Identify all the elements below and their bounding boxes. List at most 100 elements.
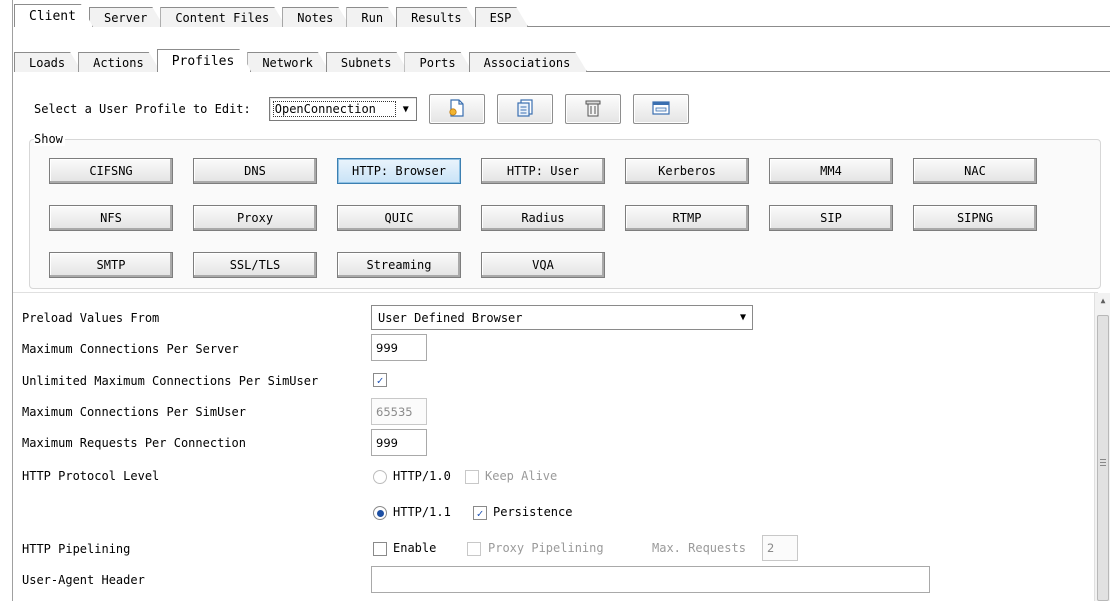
- tab-notes[interactable]: Notes: [282, 7, 350, 27]
- show-mm4-button[interactable]: MM4: [769, 158, 893, 184]
- show-http-browser-button[interactable]: HTTP: Browser: [337, 158, 461, 184]
- radio-selected-dot: [376, 509, 384, 517]
- max-requests-pipelining-input[interactable]: 2: [762, 535, 798, 561]
- show-http-user-button[interactable]: HTTP: User: [481, 158, 605, 184]
- http11-radio[interactable]: [373, 506, 387, 520]
- show-proxy-button[interactable]: Proxy: [193, 205, 317, 231]
- persistence-checkbox[interactable]: ✓: [473, 506, 487, 520]
- divider: [13, 292, 1098, 293]
- keep-alive-checkbox[interactable]: [465, 470, 479, 484]
- tab-ports[interactable]: Ports: [404, 52, 472, 72]
- tab-label: Results: [411, 10, 462, 25]
- tab-esp[interactable]: ESP: [475, 7, 529, 27]
- input-value: 999: [376, 435, 398, 450]
- scrollbar-thumb[interactable]: [1097, 315, 1109, 601]
- button-label: Proxy: [236, 211, 274, 225]
- tab-label: Actions: [93, 55, 144, 70]
- button-label: HTTP: User: [506, 164, 580, 178]
- show-nfs-button[interactable]: NFS: [49, 205, 173, 231]
- checkmark-icon: ✓: [376, 373, 384, 387]
- rename-profile-button[interactable]: [632, 94, 689, 124]
- show-sip-button[interactable]: SIP: [769, 205, 893, 231]
- delete-profile-button[interactable]: [564, 94, 621, 124]
- tab-content-files[interactable]: Content Files: [160, 7, 286, 27]
- tab-profiles[interactable]: Profiles: [157, 49, 252, 72]
- http10-label: HTTP/1.0: [393, 469, 451, 483]
- preload-label: Preload Values From: [22, 311, 160, 325]
- show-dns-button[interactable]: DNS: [193, 158, 317, 184]
- tab-results[interactable]: Results: [396, 7, 479, 27]
- tab-label: Server: [103, 10, 148, 25]
- new-profile-icon: [447, 98, 467, 121]
- show-ssl-tls-button[interactable]: SSL/TLS: [193, 252, 317, 278]
- tab-client[interactable]: Client: [14, 4, 93, 27]
- max-requests-input[interactable]: 999: [371, 429, 427, 456]
- show-vqa-button[interactable]: VQA: [481, 252, 605, 278]
- show-radius-button[interactable]: Radius: [481, 205, 605, 231]
- button-label: NAC: [964, 164, 986, 178]
- tab-label: Network: [262, 55, 313, 70]
- client-sub-tab-bar: Loads Actions Profiles Network Subnets P…: [14, 47, 1110, 72]
- vertical-scrollbar[interactable]: ▲: [1094, 293, 1110, 601]
- tab-network[interactable]: Network: [247, 52, 330, 72]
- checkmark-icon: ✓: [476, 506, 484, 520]
- tab-label: Associations: [483, 55, 571, 70]
- user-agent-input[interactable]: [371, 566, 930, 593]
- tab-server[interactable]: Server: [89, 7, 164, 27]
- unlimited-checkbox[interactable]: ✓: [373, 373, 387, 387]
- tab-label: Client: [29, 8, 76, 24]
- rename-profile-icon: [651, 98, 671, 121]
- tab-label: Run: [361, 10, 384, 25]
- tab-label: Ports: [419, 55, 456, 70]
- max-conn-simuser-input[interactable]: 65535: [371, 398, 427, 425]
- preload-select[interactable]: User Defined Browser ▼: [371, 305, 753, 330]
- copy-profile-button[interactable]: [496, 94, 553, 124]
- tab-loads[interactable]: Loads: [14, 52, 82, 72]
- show-streaming-button[interactable]: Streaming: [337, 252, 461, 278]
- scroll-up-icon[interactable]: ▲: [1095, 293, 1110, 309]
- max-conn-simuser-label: Maximum Connections Per SimUser: [22, 405, 246, 419]
- button-label: Streaming: [366, 258, 432, 272]
- profile-select[interactable]: OpenConnection ▼: [268, 97, 417, 121]
- show-cifsng-button[interactable]: CIFSNG: [49, 158, 173, 184]
- proxy-pipelining-label: Proxy Pipelining: [488, 541, 604, 555]
- show-rtmp-button[interactable]: RTMP: [625, 205, 749, 231]
- pipelining-enable-checkbox[interactable]: [373, 542, 387, 556]
- button-label: SMTP: [96, 258, 126, 272]
- button-label: SIPNG: [956, 211, 994, 225]
- show-sipng-button[interactable]: SIPNG: [913, 205, 1037, 231]
- proxy-pipelining-checkbox[interactable]: [467, 542, 481, 556]
- new-profile-button[interactable]: [428, 94, 485, 124]
- delete-profile-icon: [583, 98, 603, 121]
- scroll-grip-icon: [1100, 459, 1106, 466]
- button-label: QUIC: [384, 211, 414, 225]
- chevron-down-icon: ▼: [402, 103, 409, 115]
- http10-radio[interactable]: [373, 470, 387, 484]
- protocol-level-label: HTTP Protocol Level: [22, 469, 160, 483]
- tab-label: Content Files: [175, 10, 270, 25]
- button-label: Kerberos: [658, 164, 716, 178]
- keep-alive-label: Keep Alive: [485, 469, 558, 483]
- user-agent-label: User-Agent Header: [22, 573, 145, 587]
- show-smtp-button[interactable]: SMTP: [49, 252, 173, 278]
- persistence-label: Persistence: [493, 505, 573, 519]
- main-tab-bar: Client Server Content Files Notes Run Re…: [14, 2, 1110, 27]
- preload-select-value: User Defined Browser: [378, 310, 523, 325]
- tab-label: Loads: [29, 55, 66, 70]
- button-label: DNS: [244, 164, 266, 178]
- show-nac-button[interactable]: NAC: [913, 158, 1037, 184]
- button-label: CIFSNG: [89, 164, 133, 178]
- show-kerberos-button[interactable]: Kerberos: [625, 158, 749, 184]
- max-requests-label: Maximum Requests Per Connection: [22, 436, 246, 450]
- max-conn-server-input[interactable]: 999: [371, 334, 427, 361]
- pipelining-enable-label: Enable: [393, 541, 437, 555]
- tab-label: Notes: [297, 10, 334, 25]
- http11-label: HTTP/1.1: [393, 505, 451, 519]
- tab-associations[interactable]: Associations: [469, 52, 588, 72]
- tab-subnets[interactable]: Subnets: [326, 52, 409, 72]
- tab-label: Profiles: [171, 53, 235, 69]
- show-quic-button[interactable]: QUIC: [337, 205, 461, 231]
- tab-actions[interactable]: Actions: [78, 52, 161, 72]
- tab-run[interactable]: Run: [346, 7, 400, 27]
- input-value: 65535: [376, 404, 413, 419]
